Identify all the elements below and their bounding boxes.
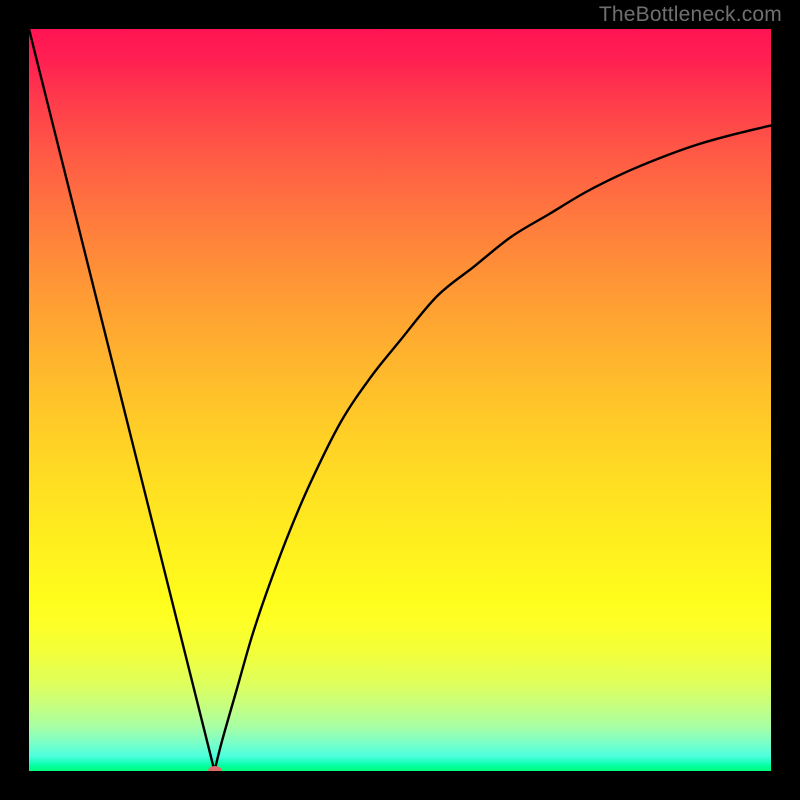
watermark-text: TheBottleneck.com — [599, 3, 782, 27]
bottleneck-curve — [29, 29, 771, 771]
plot-area — [29, 29, 771, 771]
chart-frame: TheBottleneck.com — [0, 0, 800, 800]
minimum-marker — [208, 766, 222, 771]
